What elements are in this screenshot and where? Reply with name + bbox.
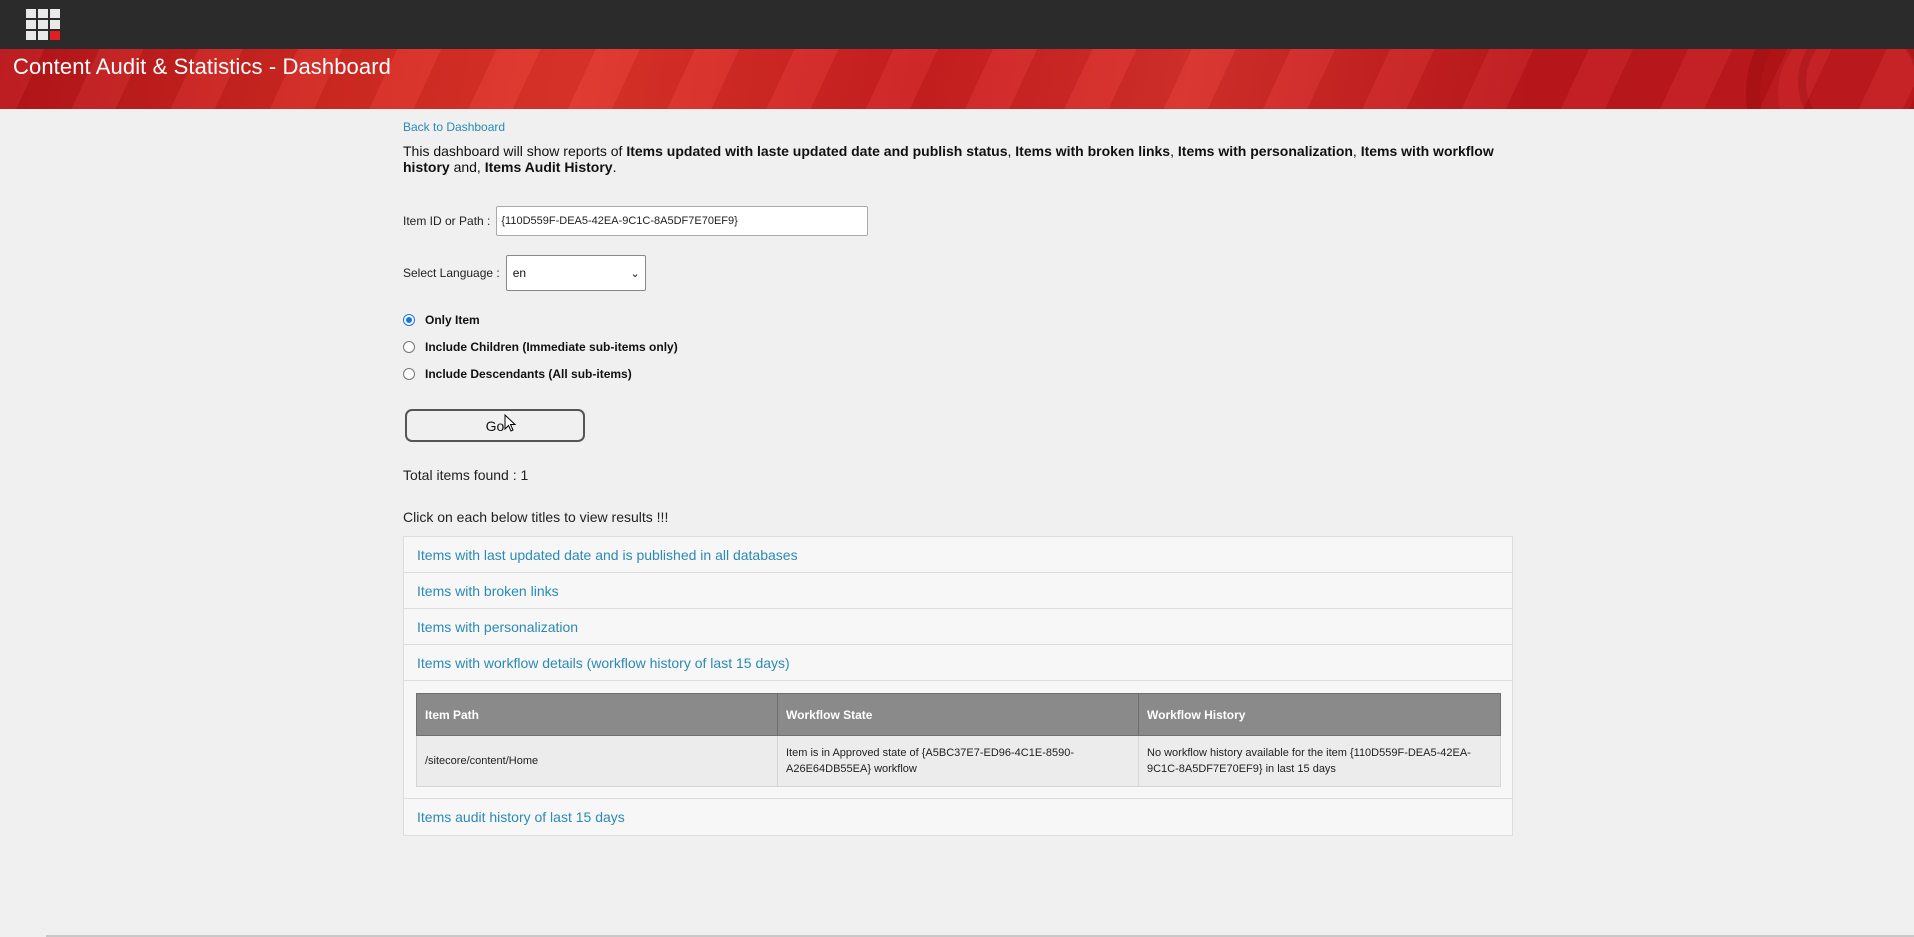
workflow-details-panel: Item Path Workflow State Workflow Histor…	[404, 681, 1512, 799]
option-include-descendants[interactable]: Include Descendants (All sub-items)	[403, 367, 632, 381]
radio-include-children[interactable]	[403, 341, 415, 353]
intro-bold-part: Items Audit History	[484, 159, 613, 175]
chevron-down-icon: ⌄	[630, 268, 640, 280]
page-title: Content Audit & Statistics - Dashboard	[13, 54, 391, 79]
results-hint: Click on each below titles to view resul…	[403, 509, 669, 525]
intro-text: This dashboard will show reports of Item…	[403, 143, 1513, 175]
option-label: Include Descendants (All sub-items)	[425, 367, 632, 381]
intro-text-part: and,	[449, 159, 485, 175]
section-workflow-details[interactable]: Items with workflow details (workflow hi…	[404, 645, 1512, 681]
language-row: Select Language : en ⌄	[403, 255, 646, 291]
option-only-item[interactable]: Only Item	[403, 313, 480, 327]
table-row: /sitecore/content/Home Item is in Approv…	[416, 735, 1501, 787]
section-personalization[interactable]: Items with personalization	[404, 609, 1512, 645]
section-last-updated[interactable]: Items with last updated date and is publ…	[404, 537, 1512, 573]
cell-workflow-state: Item is in Approved state of {A5BC37E7-E…	[777, 735, 1139, 787]
option-label: Only Item	[425, 313, 480, 327]
apps-grid-icon[interactable]	[26, 9, 60, 40]
workflow-table: Item Path Workflow State Workflow Histor…	[416, 693, 1501, 787]
total-items-found: Total items found : 1	[403, 467, 529, 483]
language-label: Select Language :	[403, 266, 500, 280]
intro-text-part: This dashboard will show reports of	[403, 143, 627, 159]
cell-workflow-history: No workflow history available for the it…	[1138, 735, 1501, 787]
top-bar	[0, 0, 1914, 49]
mouse-cursor-icon	[504, 414, 516, 432]
results-accordion: Items with last updated date and is publ…	[403, 536, 1513, 836]
intro-text-part: ,	[1170, 143, 1178, 159]
option-label: Include Children (Immediate sub-items on…	[425, 340, 678, 354]
intro-text-part: ,	[1352, 143, 1361, 159]
item-id-label: Item ID or Path :	[403, 214, 491, 228]
table-header-row: Item Path Workflow State Workflow Histor…	[416, 693, 1501, 736]
intro-text-part: .	[612, 159, 617, 175]
intro-bold-part: Items with broken links	[1015, 143, 1171, 159]
language-select[interactable]: en ⌄	[505, 255, 646, 291]
radio-include-descendants[interactable]	[403, 368, 415, 380]
radio-only-item[interactable]	[403, 314, 415, 326]
banner-decoration-inner	[1798, 49, 1914, 109]
cell-item-path: /sitecore/content/Home	[416, 735, 778, 787]
column-header: Item Path	[416, 693, 778, 736]
back-to-dashboard-link[interactable]: Back to Dashboard	[403, 120, 505, 134]
column-header: Workflow History	[1138, 693, 1501, 736]
item-id-row: Item ID or Path :	[403, 204, 869, 238]
item-id-input[interactable]	[496, 206, 869, 236]
intro-bold-part: Items updated with laste updated date an…	[626, 143, 1008, 159]
header-banner: Content Audit & Statistics - Dashboard	[0, 49, 1914, 109]
option-include-children[interactable]: Include Children (Immediate sub-items on…	[403, 340, 678, 354]
intro-bold-part: Items with personalization	[1177, 143, 1353, 159]
language-selected-value: en	[512, 266, 527, 280]
section-audit-history[interactable]: Items audit history of last 15 days	[404, 799, 1512, 835]
section-broken-links[interactable]: Items with broken links	[404, 573, 1512, 609]
column-header: Workflow State	[777, 693, 1139, 736]
go-button[interactable]: Go	[405, 409, 585, 442]
